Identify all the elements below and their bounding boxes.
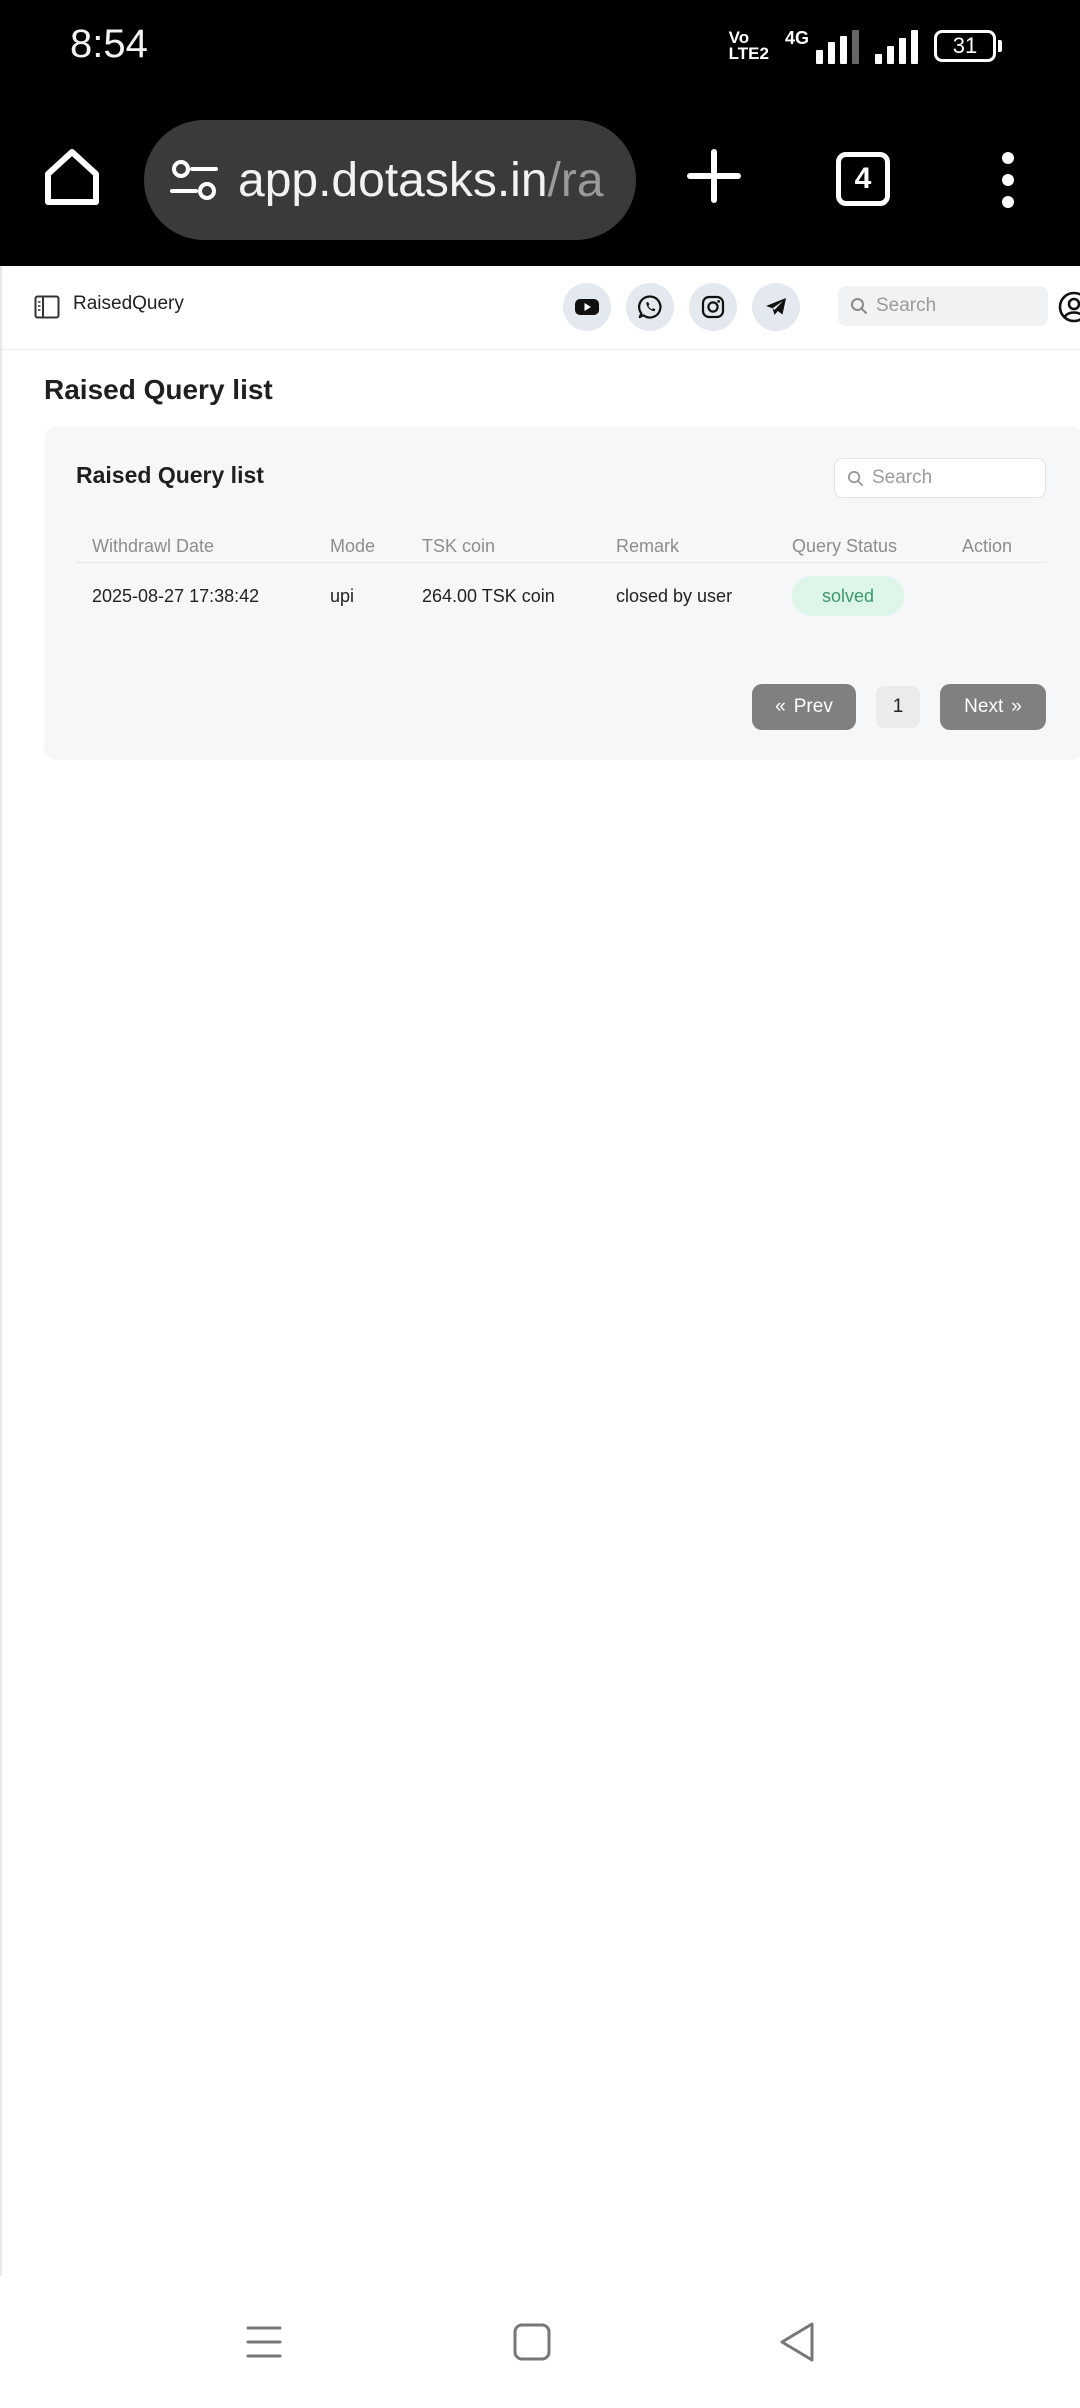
cell-mode: upi [330, 585, 355, 606]
status-indicators: Vo LTE2 4G 31 [729, 28, 1002, 64]
app-header: RaisedQuery [2, 266, 1080, 350]
query-list-card: Raised Query list Withdrawl Date Mode TS… [44, 426, 1080, 760]
signal-icon-sim2 [875, 28, 918, 64]
battery-icon: 31 [934, 30, 1002, 62]
search-icon [851, 298, 867, 314]
browser-toolbar: app.dotasks.in/ra 4 [0, 96, 1080, 266]
header-title: RaisedQuery [73, 293, 184, 314]
status-bar: 8:54 Vo LTE2 4G 31 [0, 0, 1080, 96]
profile-icon[interactable] [1058, 291, 1080, 323]
back-icon[interactable] [774, 2318, 822, 2366]
volte-indicator: Vo LTE2 [728, 28, 769, 63]
next-label: Next [964, 696, 1004, 717]
whatsapp-button[interactable] [626, 283, 674, 331]
url-text: app.dotasks.in/ra [238, 153, 604, 207]
prev-label: Prev [793, 696, 833, 717]
telegram-button[interactable] [752, 283, 800, 331]
header-search[interactable] [838, 286, 1048, 326]
tab-switcher-button[interactable]: 4 [836, 152, 890, 206]
double-chevron-left-icon: « [775, 696, 786, 717]
youtube-button[interactable] [563, 283, 611, 331]
youtube-icon [575, 299, 599, 315]
system-nav-bar [0, 2276, 1080, 2408]
telegram-icon [766, 298, 786, 315]
header-search-input[interactable] [876, 295, 1036, 317]
whatsapp-icon [638, 295, 662, 319]
column-header-query-status: Query Status [792, 536, 898, 556]
card-search[interactable] [834, 458, 1046, 498]
column-header-remark: Remark [616, 536, 680, 556]
network-type: 4G [784, 28, 809, 48]
prev-page-button[interactable]: « Prev [752, 684, 856, 730]
instagram-icon [701, 295, 725, 319]
next-page-button[interactable]: Next » [940, 684, 1046, 730]
search-icon [847, 470, 864, 486]
column-header-date: Withdrawl Date [92, 536, 215, 556]
cell-remark: closed by user [616, 585, 733, 606]
status-time: 8:54 [70, 22, 148, 66]
page-title: Raised Query list [44, 374, 273, 405]
cell-tsk-coin: 264.00 TSK coin [422, 585, 555, 606]
column-header-tsk-coin: TSK coin [422, 536, 496, 556]
column-header-mode: Mode [330, 536, 376, 556]
sidebar-toggle-icon[interactable] [34, 295, 60, 319]
recent-apps-icon[interactable] [240, 2318, 288, 2366]
address-bar[interactable]: app.dotasks.in/ra [144, 120, 636, 240]
cell-date: 2025-08-27 17:38:42 [92, 585, 260, 606]
web-page: RaisedQuery Search Raised Query list Rai… [0, 266, 1080, 2276]
home-nav-icon[interactable] [508, 2318, 556, 2366]
status-badge: solved [792, 576, 904, 616]
card-title: Raised Query list [76, 462, 264, 488]
battery-level: 31 [934, 30, 996, 62]
instagram-button[interactable] [689, 283, 737, 331]
card-search-input[interactable] [872, 467, 1032, 489]
new-tab-icon[interactable] [686, 148, 742, 204]
site-settings-icon[interactable] [166, 152, 222, 208]
table-header-divider [76, 562, 1046, 563]
signal-icon: 4G [785, 28, 859, 64]
column-header-action: Action [962, 536, 1013, 556]
double-chevron-right-icon: » [1011, 696, 1022, 717]
home-icon[interactable] [40, 144, 104, 208]
browser-menu-icon[interactable] [996, 152, 1020, 208]
page-number-button[interactable]: 1 [876, 686, 920, 728]
